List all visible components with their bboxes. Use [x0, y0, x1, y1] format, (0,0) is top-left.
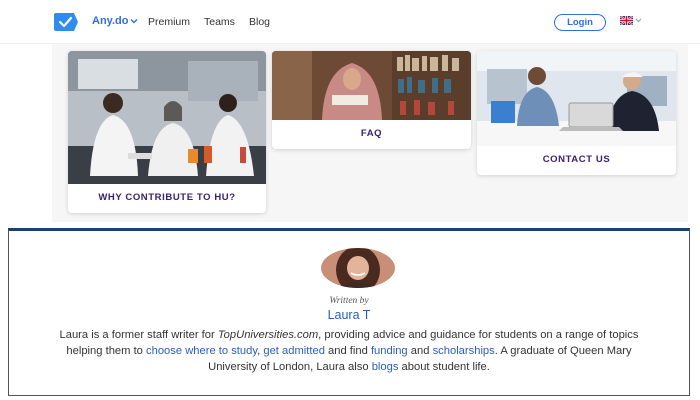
top-navbar: Any.do Premium Teams Blog Login	[0, 0, 700, 44]
card-label: FAQ	[360, 128, 383, 139]
chevron-down-icon	[130, 19, 138, 24]
card-contact-us[interactable]: CONTACT US	[477, 51, 676, 175]
card-why-contribute[interactable]: WHY CONTRIBUTE TO HU?	[68, 51, 266, 213]
login-button[interactable]: Login	[554, 14, 606, 31]
funding-link[interactable]: funding	[371, 345, 408, 357]
nav-link-teams[interactable]: Teams	[204, 16, 235, 28]
choose-where-to-study-link[interactable]: choose where to study	[146, 345, 257, 357]
brand-menu[interactable]: Any.do	[92, 15, 138, 27]
brand-label: Any.do	[92, 15, 129, 27]
card-faq[interactable]: FAQ	[272, 51, 471, 149]
bio-text: and find	[324, 345, 371, 357]
card-label: WHY CONTRIBUTE TO HU?	[98, 192, 236, 203]
author-name-link[interactable]: Laura T	[9, 308, 689, 322]
bio-text: Laura is a former staff writer for	[59, 329, 218, 341]
bio-site-name: TopUniversities.com	[217, 329, 319, 341]
author-avatar[interactable]	[320, 248, 396, 288]
anydo-check-logo-icon[interactable]	[54, 13, 78, 31]
uk-flag-icon	[620, 16, 633, 25]
bio-text: and	[407, 345, 433, 357]
written-by-label: Written by	[329, 296, 369, 306]
scholarships-link[interactable]: scholarships	[433, 345, 495, 357]
author-bio-box: Written by Laura T Laura is a former sta…	[8, 228, 690, 396]
lab-students-photo	[68, 51, 266, 184]
blogs-link[interactable]: blogs	[372, 361, 399, 373]
get-admitted-link[interactable]: get admitted	[263, 345, 325, 357]
nav-link-blog[interactable]: Blog	[249, 16, 270, 28]
chevron-down-icon	[635, 18, 642, 23]
language-selector[interactable]	[620, 15, 646, 29]
nav-link-premium[interactable]: Premium	[148, 16, 190, 28]
library-student-photo	[272, 51, 471, 120]
author-bio-text: Laura is a former staff writer for TopUn…	[49, 327, 649, 375]
students-laptop-photo	[477, 51, 676, 146]
bio-text: about student life.	[398, 361, 490, 373]
card-label: CONTACT US	[542, 154, 611, 165]
